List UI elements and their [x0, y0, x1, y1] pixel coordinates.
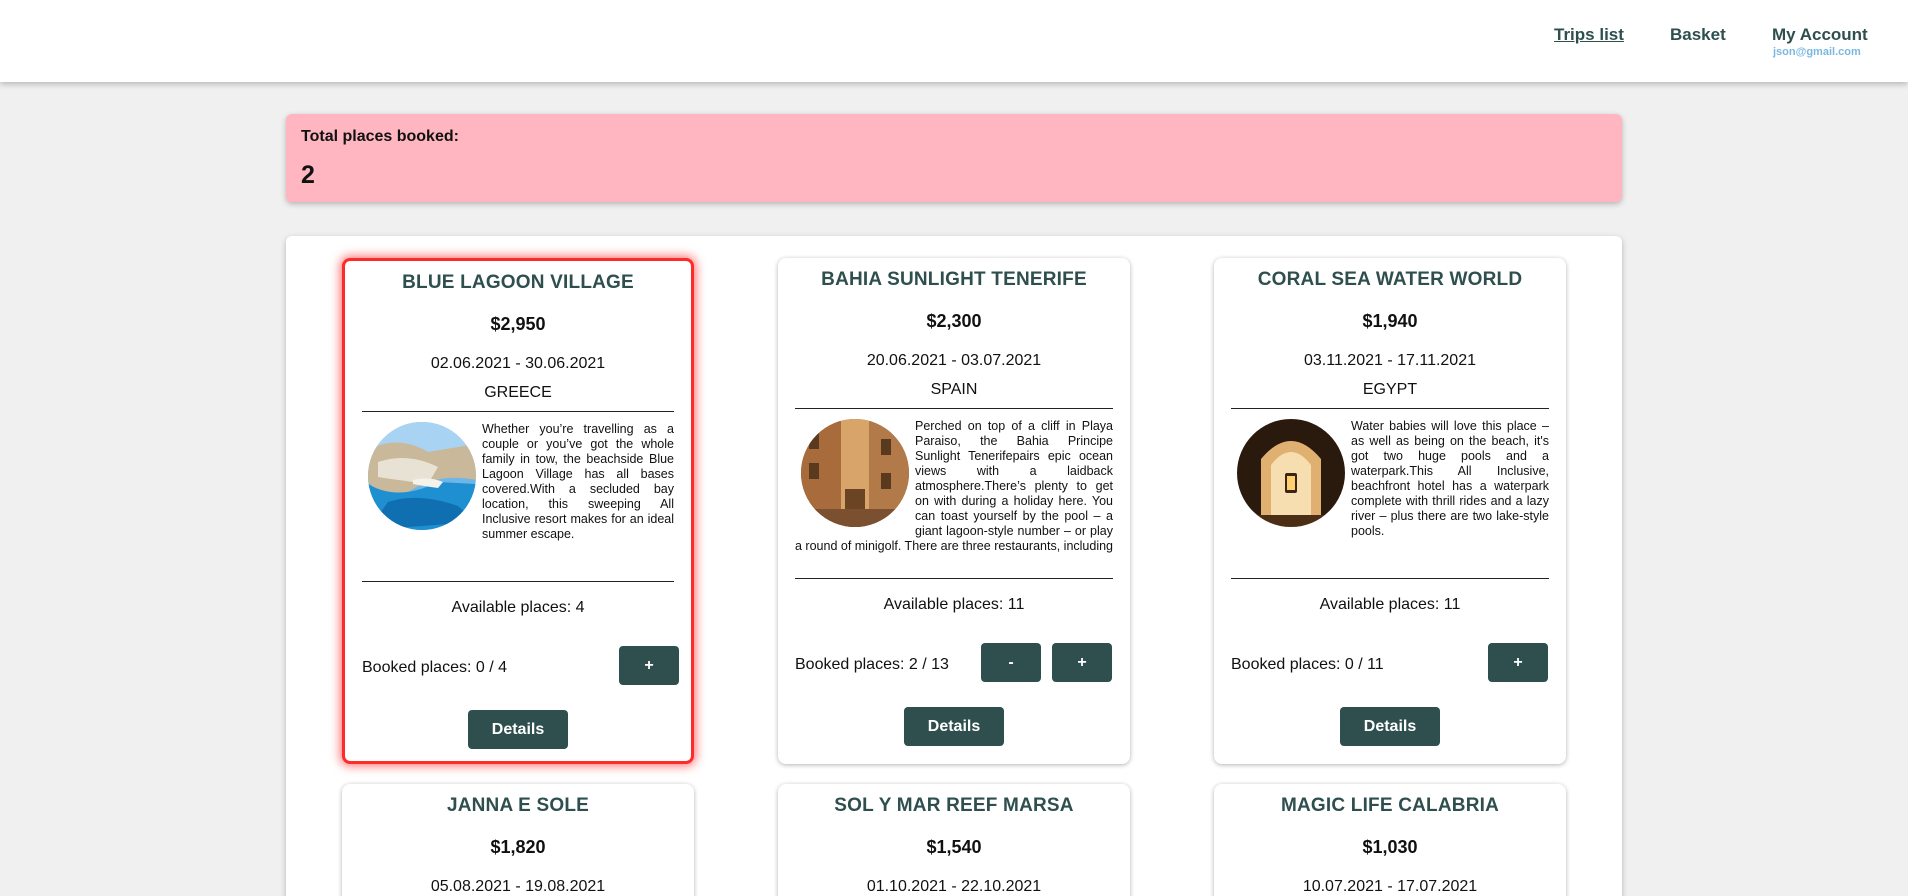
trip-card: MAGIC LIFE CALABRIA $1,030 10.07.2021 - … — [1214, 784, 1566, 896]
available-places: Available places: 11 — [883, 596, 1025, 613]
trip-dates: 20.06.2021 - 03.07.2021 — [866, 352, 1042, 369]
increase-booking-button[interactable]: + — [1488, 643, 1548, 682]
available-places: Available places: 4 — [451, 599, 585, 616]
trip-name: JANNA E SOLE — [446, 795, 590, 816]
trip-card: JANNA E SOLE $1,820 05.08.2021 - 19.08.2… — [342, 784, 694, 896]
trip-country: GREECE — [484, 384, 552, 401]
trip-price: $1,940 — [1362, 311, 1418, 331]
details-button[interactable]: Details — [1340, 707, 1440, 746]
trip-description-block: Whether you’re travelling as a couple or… — [362, 422, 674, 558]
divider — [362, 411, 674, 412]
top-navbar: Trips list Basket My Account json@gmail.… — [0, 0, 1908, 82]
nav-basket-link[interactable]: Basket — [1670, 25, 1726, 45]
nav-my-account-link[interactable]: My Account — [1772, 25, 1868, 45]
available-places: Available places: 11 — [1319, 596, 1461, 613]
trip-price: $2,950 — [490, 314, 546, 334]
trip-name: BLUE LAGOON VILLAGE — [402, 272, 634, 293]
trip-price: $2,300 — [926, 311, 982, 331]
trip-dates: 03.11.2021 - 17.11.2021 — [1304, 352, 1476, 369]
trip-dates: 02.06.2021 - 30.06.2021 — [430, 355, 606, 372]
booked-places: Booked places: 0 / 4 — [362, 659, 507, 676]
trip-dates: 10.07.2021 - 17.07.2021 — [1302, 878, 1478, 895]
trip-card: BLUE LAGOON VILLAGE $2,950 02.06.2021 - … — [342, 258, 694, 764]
trip-country: SPAIN — [930, 381, 978, 398]
divider — [1231, 408, 1549, 409]
divider — [1231, 578, 1549, 579]
trip-card: CORAL SEA WATER WORLD $1,940 03.11.2021 … — [1214, 258, 1566, 764]
increase-booking-button[interactable]: + — [1052, 643, 1112, 682]
trip-description: Water babies will love this place – as w… — [1351, 419, 1549, 538]
divider — [795, 578, 1113, 579]
booking-summary-banner: Total places booked: 2 — [286, 114, 1622, 202]
trip-description-block: Water babies will love this place – as w… — [1231, 419, 1549, 555]
trip-price: $1,030 — [1362, 837, 1418, 857]
trips-panel: BLUE LAGOON VILLAGE $2,950 02.06.2021 - … — [286, 236, 1622, 896]
details-button[interactable]: Details — [468, 710, 568, 749]
booked-places: Booked places: 2 / 13 — [795, 656, 949, 673]
trip-description: Whether you’re travelling as a couple or… — [482, 422, 674, 541]
divider — [362, 581, 674, 582]
trip-description-block: Perched on top of a cliff in Playa Parai… — [795, 419, 1113, 555]
nav-trips-list-link[interactable]: Trips list — [1554, 25, 1624, 45]
total-places-label: Total places booked: — [301, 128, 459, 145]
trip-dates: 01.10.2021 - 22.10.2021 — [866, 878, 1042, 895]
trip-price: $1,820 — [490, 837, 546, 857]
booked-places: Booked places: 0 / 11 — [1231, 656, 1384, 673]
trip-name: BAHIA SUNLIGHT TENERIFE — [821, 269, 1087, 290]
decrease-booking-button[interactable]: - — [981, 643, 1041, 682]
trip-name: MAGIC LIFE CALABRIA — [1280, 795, 1500, 816]
lantern-arch-photo — [1237, 419, 1345, 527]
total-places-value: 2 — [301, 161, 315, 189]
old-town-street-photo — [801, 419, 909, 527]
trip-card: SOL Y MAR REEF MARSA $1,540 01.10.2021 -… — [778, 784, 1130, 896]
trip-name: SOL Y MAR REEF MARSA — [834, 795, 1074, 816]
account-email: json@gmail.com — [1773, 46, 1861, 58]
trip-card: BAHIA SUNLIGHT TENERIFE $2,300 20.06.202… — [778, 258, 1130, 764]
divider — [795, 408, 1113, 409]
trip-country: EGYPT — [1362, 381, 1418, 398]
trip-dates: 05.08.2021 - 19.08.2021 — [430, 878, 606, 895]
trip-price: $1,540 — [926, 837, 982, 857]
beach-cove-photo — [368, 422, 476, 530]
details-button[interactable]: Details — [904, 707, 1004, 746]
trip-name: CORAL SEA WATER WORLD — [1257, 269, 1523, 290]
increase-booking-button[interactable]: + — [619, 646, 679, 685]
